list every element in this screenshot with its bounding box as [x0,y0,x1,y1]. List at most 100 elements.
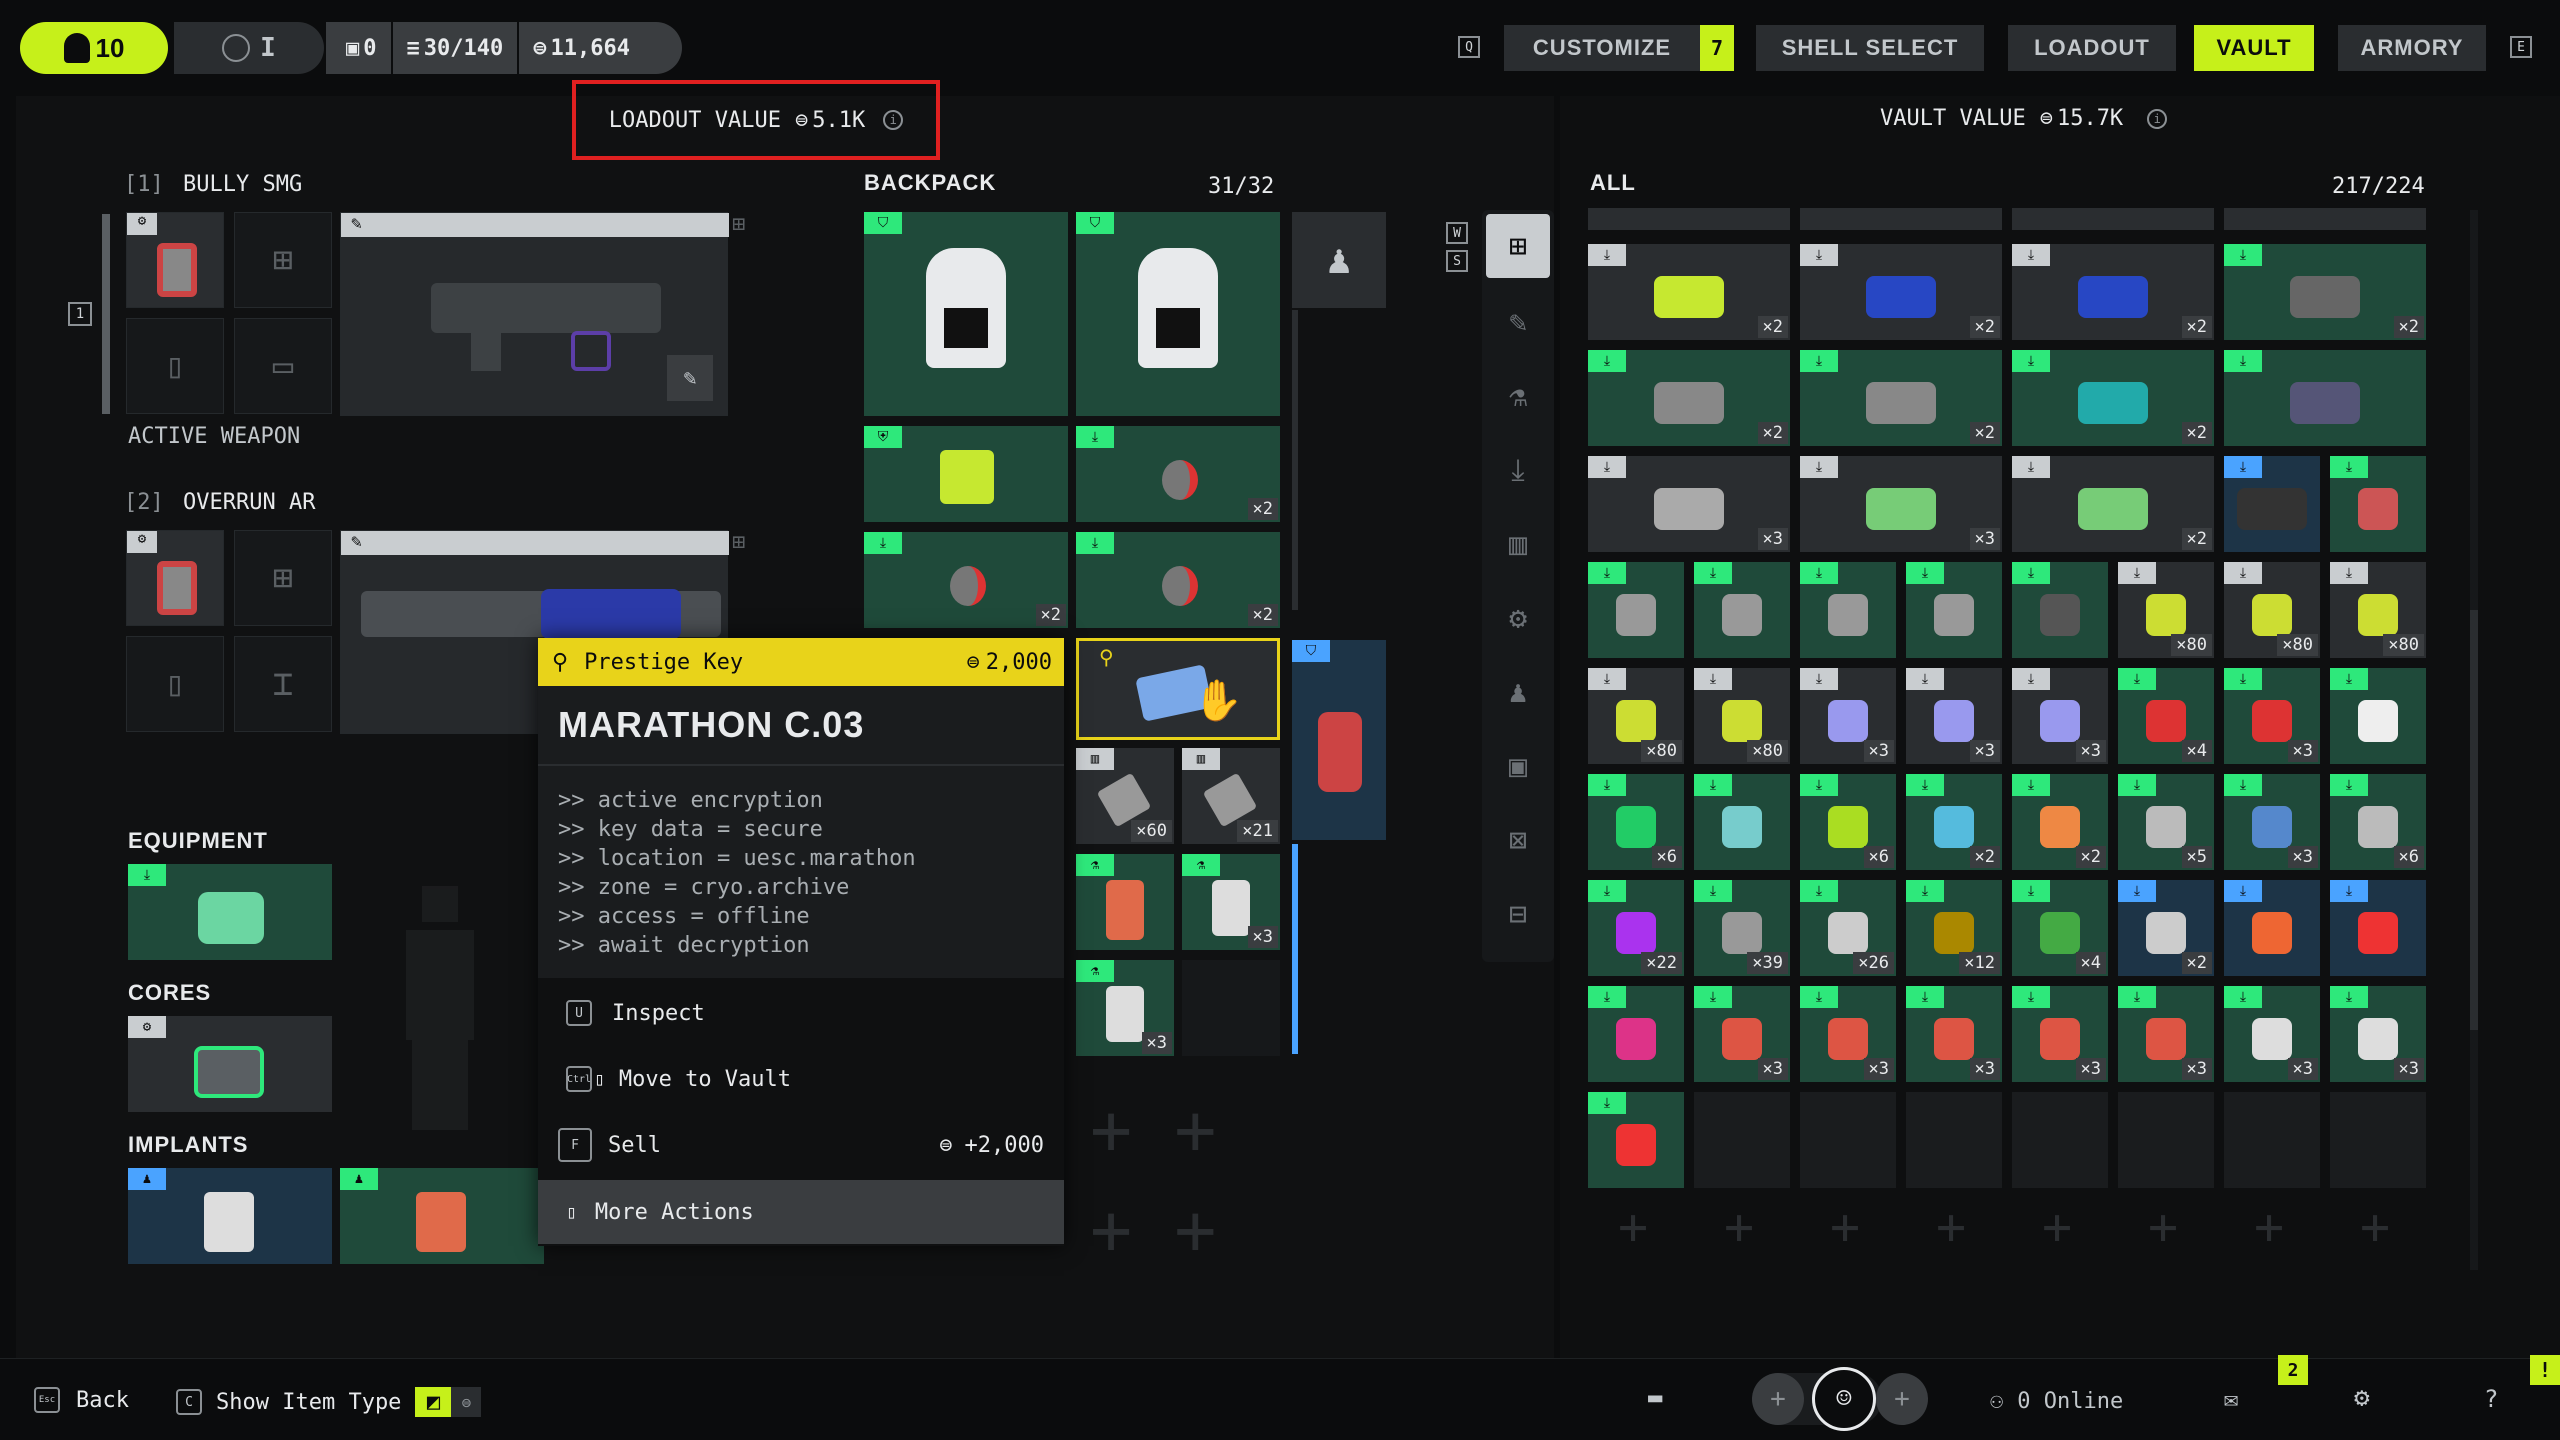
weapon2-stock-slot[interactable]: ⌶ [234,636,332,732]
vault-item[interactable]: ⤓ ×3 [2012,986,2108,1082]
vault-item[interactable] [1800,208,2002,230]
vault-item[interactable]: ⤓ [1694,774,1790,870]
vault-item[interactable]: ⤓ ×2 [2012,456,2214,552]
vault-item[interactable]: ⤓ ×6 [1800,774,1896,870]
category-salvage-icon[interactable]: ⊠ [1486,808,1550,872]
vault-empty-slot[interactable] [2224,1092,2320,1188]
tab-armory[interactable]: ARMORY [2338,25,2486,71]
core-slot[interactable]: ⚙ [128,1016,332,1112]
vault-item[interactable]: ⤓ ×80 [2330,562,2426,658]
vault-item[interactable]: ⤓ [1588,986,1684,1082]
vault-empty-slot[interactable] [2118,1092,2214,1188]
settings-icon[interactable]: ⚙ [2354,1383,2370,1413]
vault-item[interactable]: ⤓ ×22 [1588,880,1684,976]
grid-toggle-icon[interactable]: ⊞ [732,530,760,558]
category-misc-icon[interactable]: ⊟ [1486,882,1550,946]
info-icon[interactable]: i [883,110,904,130]
vault-item[interactable]: ⤓ ×2 [2012,350,2214,446]
vault-item[interactable]: ⤓ ×80 [2224,562,2320,658]
grid-toggle-icon[interactable]: ⊞ [732,212,760,240]
category-ammo-icon[interactable]: ▥ [1486,512,1550,576]
backpack-prestige-key[interactable]: ⚲ ✋ [1076,638,1280,740]
vault-item[interactable]: ⤓ ×80 [2118,562,2214,658]
weapon1-mod-chip[interactable]: ⚙ [126,212,224,308]
implant-slot-2[interactable]: ♟ [340,1168,544,1264]
tab-customize[interactable]: CUSTOMIZE [1504,25,1700,71]
vault-item[interactable]: ⤓ ×2 [1906,774,2002,870]
backpack-canister-3[interactable]: ⚗ ×3 [1076,960,1174,1056]
weapon1-card[interactable]: ✎ ✎ [340,212,729,416]
backpack-canister-1[interactable]: ⚗ [1076,854,1174,950]
backpack-grenade-3[interactable]: ⤓ ×2 [1076,532,1280,628]
vault-item[interactable]: ⤓ [1694,562,1790,658]
vault-item[interactable]: ⤓ [2330,880,2426,976]
weapon1-mag-slot[interactable]: ▯ [126,318,224,414]
rank-pill[interactable]: I [174,22,324,74]
customize-weapon-button[interactable]: ✎ [667,355,713,401]
squad-slot-right[interactable]: + [1876,1373,1928,1425]
vault-item[interactable]: ⤓ [2224,350,2426,446]
show-item-type-toggle[interactable]: C Show Item Type ◩ ⊜ [176,1387,482,1417]
sell-action[interactable]: F Sell ⊜ +2,000 [538,1114,1064,1176]
vault-empty-slot[interactable] [2330,1092,2426,1188]
weapon2-mag-slot[interactable]: ▯ [126,636,224,732]
move-to-vault-action[interactable]: Ctrl ▯ Move to Vault [538,1048,1064,1110]
online-status[interactable]: ⚇ 0 Online [1990,1389,2123,1414]
backpack-grenade-1[interactable]: ⤓ ×2 [1076,426,1280,522]
vault-item[interactable]: ⤓ ×3 [2118,986,2214,1082]
help-icon[interactable]: ? [2484,1385,2498,1413]
vault-item[interactable]: ⤓ ×4 [2012,880,2108,976]
vault-item[interactable]: ⤓ ×3 [2224,668,2320,764]
vault-item[interactable]: ⤓ ×2 [2118,880,2214,976]
vault-item[interactable]: ⤓ ×80 [1588,668,1684,764]
backpack-helmet-2[interactable]: ⛉ [1076,212,1280,416]
vault-item[interactable]: ⤓ ×3 [2224,986,2320,1082]
vault-item[interactable]: ⤓ [2224,456,2320,552]
vault-item[interactable]: ⤓ [1906,562,2002,658]
vault-item[interactable]: ⤓ ×3 [1800,668,1896,764]
inspect-action[interactable]: U Inspect [538,982,1064,1044]
tab-shell-select[interactable]: SHELL SELECT [1756,25,1984,71]
backpack-equip-slot[interactable]: ♟ [1292,212,1386,308]
vault-item[interactable]: ⤓ ×3 [2330,986,2426,1082]
vault-item[interactable]: ⤓ ×80 [1694,668,1790,764]
vault-item[interactable]: ⤓ ×6 [2330,774,2426,870]
loadout-value-box[interactable]: LOADOUT VALUE ⊜ 5.1K i [572,80,940,160]
vault-item[interactable]: ⤓ ×3 [1694,986,1790,1082]
category-implant-icon[interactable]: ♟ [1486,660,1550,724]
category-weapon-icon[interactable]: ✎ [1486,290,1550,354]
squad-slot-left[interactable]: + [1752,1373,1804,1425]
equipment-slot[interactable]: ⤓ [128,864,332,960]
vault-item[interactable]: ⤓ ×26 [1800,880,1896,976]
weapon1-optic-slot[interactable]: ⊞ [234,212,332,308]
vault-item[interactable]: ⤓ ×3 [1906,668,2002,764]
back-button[interactable]: Esc Back [34,1387,129,1413]
chat-icon[interactable]: ▬ [1648,1383,1662,1411]
vault-item[interactable]: ⤓ ×39 [1694,880,1790,976]
vault-item[interactable] [2012,208,2214,230]
vault-item[interactable]: ⤓ [2224,880,2320,976]
vault-empty-slot[interactable] [1800,1092,1896,1188]
vault-item[interactable]: ⤓ ×3 [1800,986,1896,1082]
vault-item[interactable]: ⤓ ×2 [2224,244,2426,340]
more-actions-action[interactable]: ▯ More Actions [538,1180,1064,1244]
vault-empty-slot[interactable] [1694,1092,1790,1188]
backpack-shell-slot[interactable]: ⛉ [1292,640,1386,840]
backpack-chip[interactable]: ⛨ [864,426,1068,522]
vault-item[interactable]: ⤓ ×2 [2012,774,2108,870]
vault-item[interactable]: ⤓ ×5 [2118,774,2214,870]
backpack-ammo-2[interactable]: ▥ ×21 [1182,748,1280,844]
tab-vault[interactable]: VAULT [2194,25,2314,71]
backpack-scroll-indicator[interactable] [1292,844,1298,1054]
vault-empty-slot[interactable] [1906,1092,2002,1188]
backpack-canister-2[interactable]: ⚗ ×3 [1182,854,1280,950]
category-mod-icon[interactable]: ▣ [1486,734,1550,798]
player-avatar[interactable]: ☺ [1812,1367,1876,1431]
vault-item[interactable]: ⤓ ×4 [2118,668,2214,764]
vault-item[interactable]: ⤓ ×12 [1906,880,2002,976]
vault-item[interactable]: ⤓ ×2 [1588,244,1790,340]
backpack-grenade-2[interactable]: ⤓ ×2 [864,532,1068,628]
vault-item[interactable]: ⤓ [2330,456,2426,552]
vault-scroll-thumb[interactable] [2470,610,2478,1030]
vault-item[interactable]: ⤓ [1800,562,1896,658]
